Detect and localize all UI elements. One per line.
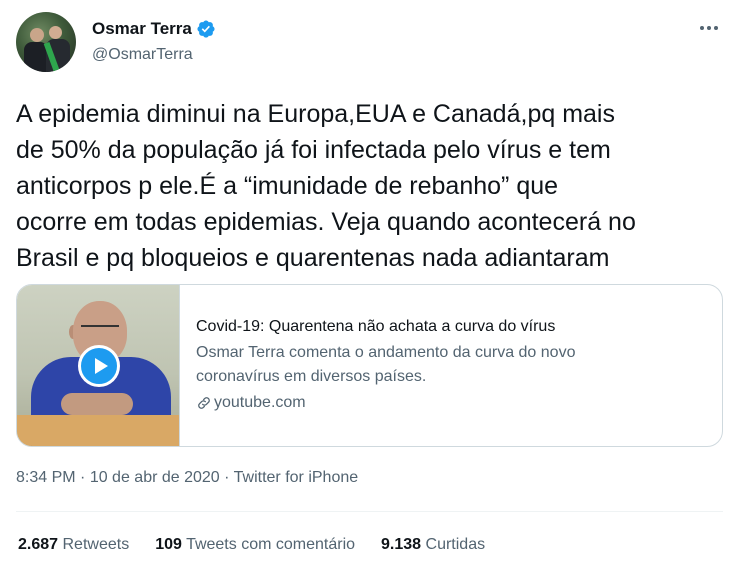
meta-separator: · [75,469,90,486]
avatar-face [30,28,44,42]
link-icon [198,397,210,409]
avatar[interactable] [16,12,76,72]
card-domain: youtube.com [196,391,706,415]
likes-label: Curtidas [425,536,486,553]
more-options-button[interactable] [697,18,721,38]
divider [16,511,723,512]
more-icon [700,26,704,30]
meta-separator: · [219,469,234,486]
thumbnail-figure [61,393,133,415]
card-description: Osmar Terra comenta o andamento da curva… [196,344,576,385]
verified-badge-icon [197,20,215,38]
tweet-stats: 2.687 Retweets 109 Tweets com comentário… [18,536,511,554]
retweets-label: Retweets [62,536,130,553]
card-title: Covid-19: Quarentena não achata a curva … [196,318,556,335]
likes-count: 9.138 [381,536,422,553]
display-name[interactable]: Osmar Terra [92,19,192,39]
retweets-stat[interactable]: 2.687 Retweets [18,536,129,554]
play-icon [94,358,108,374]
card-body: Covid-19: Quarentena não achata a curva … [180,285,722,446]
tweet-date[interactable]: 10 de abr de 2020 [90,469,220,486]
card-domain-text: youtube.com [214,394,306,411]
more-icon [707,26,711,30]
tweet-time[interactable]: 8:34 PM [16,469,76,486]
thumbnail-table [17,415,179,446]
author-handle[interactable]: @OsmarTerra [92,46,193,64]
link-card[interactable]: Covid-19: Quarentena não achata a curva … [16,284,723,447]
avatar-face [49,26,62,39]
more-icon [714,26,718,30]
likes-stat[interactable]: 9.138 Curtidas [381,536,485,554]
quotes-label: Tweets com comentário [186,536,356,553]
thumbnail-figure [81,325,119,335]
card-thumbnail[interactable] [17,285,180,446]
retweets-count: 2.687 [18,536,59,553]
quotes-stat[interactable]: 109 Tweets com comentário [155,536,355,554]
tweet-meta: 8:34 PM · 10 de abr de 2020 · Twitter fo… [16,469,358,487]
author-name-row[interactable]: Osmar Terra [92,19,216,39]
tweet-text: A epidemia diminui na Europa,EUA e Canad… [16,100,636,272]
tweet-source[interactable]: Twitter for iPhone [234,469,359,486]
play-button[interactable] [78,345,120,387]
quotes-count: 109 [155,536,182,553]
